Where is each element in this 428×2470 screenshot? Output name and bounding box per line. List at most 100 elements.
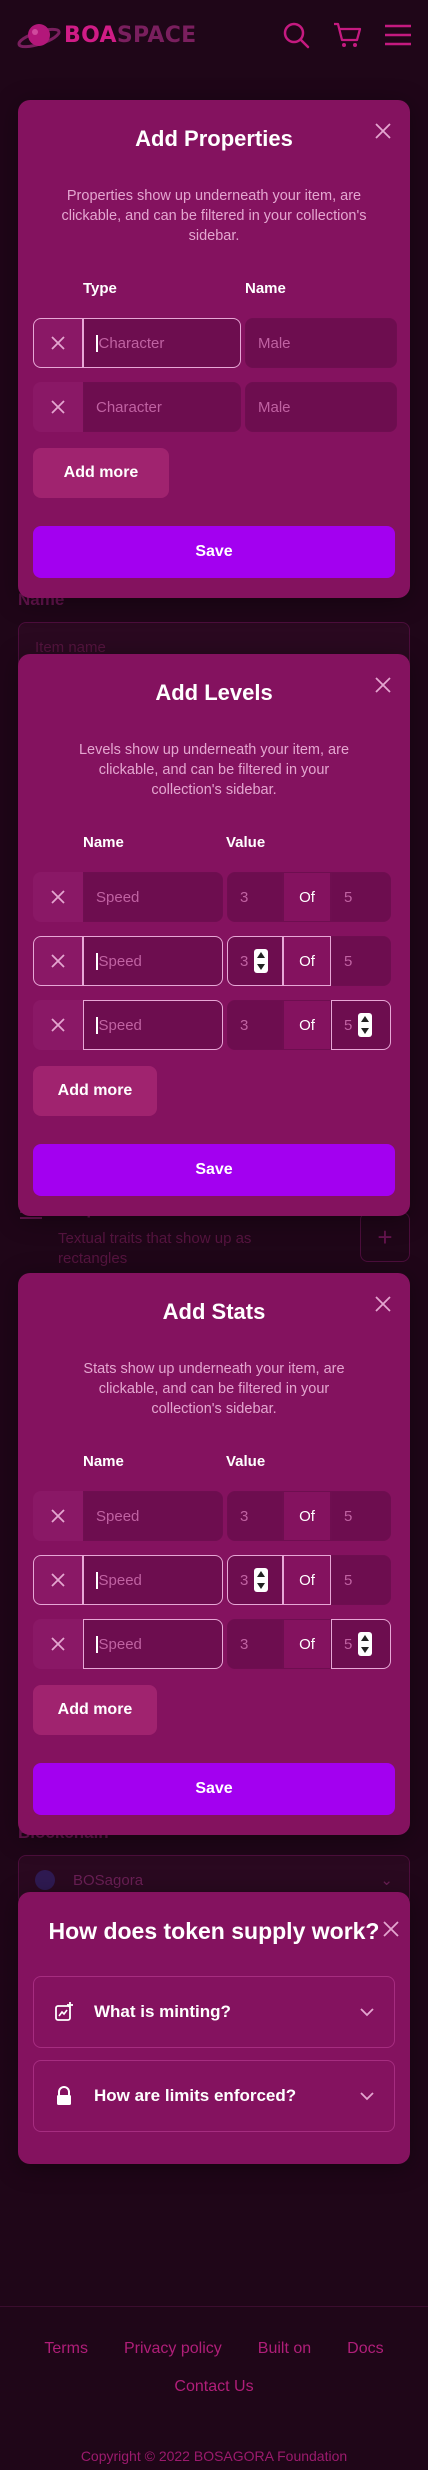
- faq-item-limits[interactable]: How are limits enforced?: [33, 2060, 395, 2132]
- value-column-header: Value: [226, 1453, 266, 1470]
- chevron-down-icon: ⌄: [380, 1872, 393, 1889]
- of-label: Of: [283, 1491, 331, 1541]
- stat-name-input[interactable]: Speed: [83, 1555, 223, 1605]
- modal-title: How does token supply work?: [48, 1918, 380, 1944]
- stat-value-stepper[interactable]: 3: [227, 1555, 283, 1605]
- name-input[interactable]: Male: [245, 382, 397, 432]
- site-header: BOASPACE: [0, 0, 428, 70]
- add-levels-modal: Add Levels Levels show up underneath you…: [18, 654, 410, 1216]
- stat-max-input[interactable]: 5: [331, 1555, 391, 1605]
- add-more-button[interactable]: Add more: [33, 448, 169, 498]
- planet-logo-icon: [17, 24, 61, 49]
- faq-question: What is minting?: [94, 2002, 231, 2021]
- level-value-stepper[interactable]: 3: [227, 936, 283, 986]
- footer-divider: [0, 2306, 428, 2307]
- level-max-input[interactable]: 5: [331, 936, 391, 986]
- of-label: Of: [283, 1619, 331, 1669]
- chain-icon: [35, 1870, 55, 1890]
- faq-question: How are limits enforced?: [94, 2086, 297, 2105]
- cart-icon[interactable]: [332, 21, 362, 49]
- value-column-header: Value: [226, 834, 266, 851]
- level-name-input[interactable]: Speed: [83, 1000, 223, 1050]
- level-value-input[interactable]: 3: [227, 872, 283, 922]
- chevron-down-icon: [360, 2007, 374, 2016]
- stat-row: Speed 3 Of 5: [33, 1491, 391, 1541]
- close-icon: [51, 336, 65, 350]
- save-button[interactable]: Save: [33, 1763, 395, 1815]
- close-icon[interactable]: [382, 1920, 400, 1938]
- name-column-header: Name: [245, 280, 286, 297]
- stat-max-stepper[interactable]: 5: [331, 1619, 391, 1669]
- stat-value-input[interactable]: 3: [227, 1491, 283, 1541]
- brand-logo[interactable]: BOASPACE: [16, 12, 196, 58]
- remove-row-button[interactable]: [33, 1491, 83, 1541]
- spin-arrows-icon[interactable]: [254, 949, 269, 973]
- remove-row-button[interactable]: [33, 1555, 83, 1605]
- stat-value-input[interactable]: 3: [227, 1619, 283, 1669]
- spin-arrows-icon[interactable]: [254, 1568, 269, 1592]
- property-row: Character Male: [33, 318, 397, 368]
- stat-row: Speed 3 Of 5: [33, 1555, 391, 1605]
- level-name-input[interactable]: Speed: [83, 872, 223, 922]
- level-name-input[interactable]: Speed: [83, 936, 223, 986]
- chevron-down-icon: [360, 2091, 374, 2100]
- type-input[interactable]: Character: [83, 382, 241, 432]
- close-icon[interactable]: [374, 676, 392, 694]
- footer-link-contact[interactable]: Contact Us: [174, 2378, 253, 2396]
- remove-row-button[interactable]: [33, 382, 83, 432]
- lock-icon: [57, 2086, 71, 2105]
- close-icon: [51, 400, 65, 414]
- footer-links: Terms Privacy policy Built on Docs: [0, 2340, 428, 2358]
- footer-link-privacy[interactable]: Privacy policy: [124, 2340, 222, 2358]
- stat-name-input[interactable]: Speed: [83, 1491, 223, 1541]
- stat-name-input[interactable]: Speed: [83, 1619, 223, 1669]
- save-button[interactable]: Save: [33, 1144, 395, 1196]
- remove-row-button[interactable]: [33, 318, 83, 368]
- stat-row: Speed 3 Of 5: [33, 1619, 391, 1669]
- close-icon: [51, 1573, 65, 1587]
- type-input[interactable]: Character: [83, 318, 241, 368]
- remove-row-button[interactable]: [33, 1000, 83, 1050]
- property-row: Character Male: [33, 382, 397, 432]
- search-icon[interactable]: [282, 21, 310, 49]
- footer-link-built-on[interactable]: Built on: [258, 2340, 311, 2358]
- footer-link-terms[interactable]: Terms: [44, 2340, 88, 2358]
- level-max-stepper[interactable]: 5: [331, 1000, 391, 1050]
- close-icon: [51, 890, 65, 904]
- close-icon: [51, 1018, 65, 1032]
- name-input[interactable]: Male: [245, 318, 397, 368]
- footer-link-docs[interactable]: Docs: [347, 2340, 383, 2358]
- close-icon[interactable]: [374, 1295, 392, 1313]
- add-more-button[interactable]: Add more: [33, 1066, 157, 1116]
- text-cursor: [96, 1571, 98, 1589]
- remove-row-button[interactable]: [33, 936, 83, 986]
- copyright-text: Copyright © 2022 BOSAGORA Foundation: [80, 2448, 348, 2464]
- stat-max-input[interactable]: 5: [331, 1491, 391, 1541]
- level-value-input[interactable]: 3: [227, 1000, 283, 1050]
- save-button[interactable]: Save: [33, 526, 395, 578]
- name-column-header: Name: [83, 1453, 124, 1470]
- modal-description: Levels show up underneath your item, are…: [78, 742, 350, 798]
- add-properties-modal: Add Properties Properties show up undern…: [18, 100, 410, 598]
- level-row: Speed 3 Of 5: [33, 936, 391, 986]
- text-cursor: [96, 334, 98, 352]
- spin-arrows-icon[interactable]: [358, 1013, 373, 1037]
- text-cursor: [96, 1016, 98, 1034]
- add-properties-button[interactable]: +: [360, 1212, 410, 1262]
- close-icon: [51, 1637, 65, 1651]
- menu-icon[interactable]: [384, 23, 412, 47]
- add-more-button[interactable]: Add more: [33, 1685, 157, 1735]
- level-max-input[interactable]: 5: [331, 872, 391, 922]
- faq-item-minting[interactable]: What is minting?: [33, 1976, 395, 2048]
- modal-title: Add Properties: [135, 126, 293, 151]
- footer-contact: Contact Us: [0, 2378, 428, 2396]
- modal-description: Properties show up underneath your item,…: [61, 188, 367, 244]
- of-label: Of: [283, 1555, 331, 1605]
- of-label: Of: [283, 936, 331, 986]
- modal-description: Stats show up underneath your item, are …: [83, 1361, 345, 1417]
- remove-row-button[interactable]: [33, 872, 83, 922]
- remove-row-button[interactable]: [33, 1619, 83, 1669]
- close-icon[interactable]: [374, 122, 392, 140]
- close-icon: [51, 1509, 65, 1523]
- spin-arrows-icon[interactable]: [358, 1632, 373, 1656]
